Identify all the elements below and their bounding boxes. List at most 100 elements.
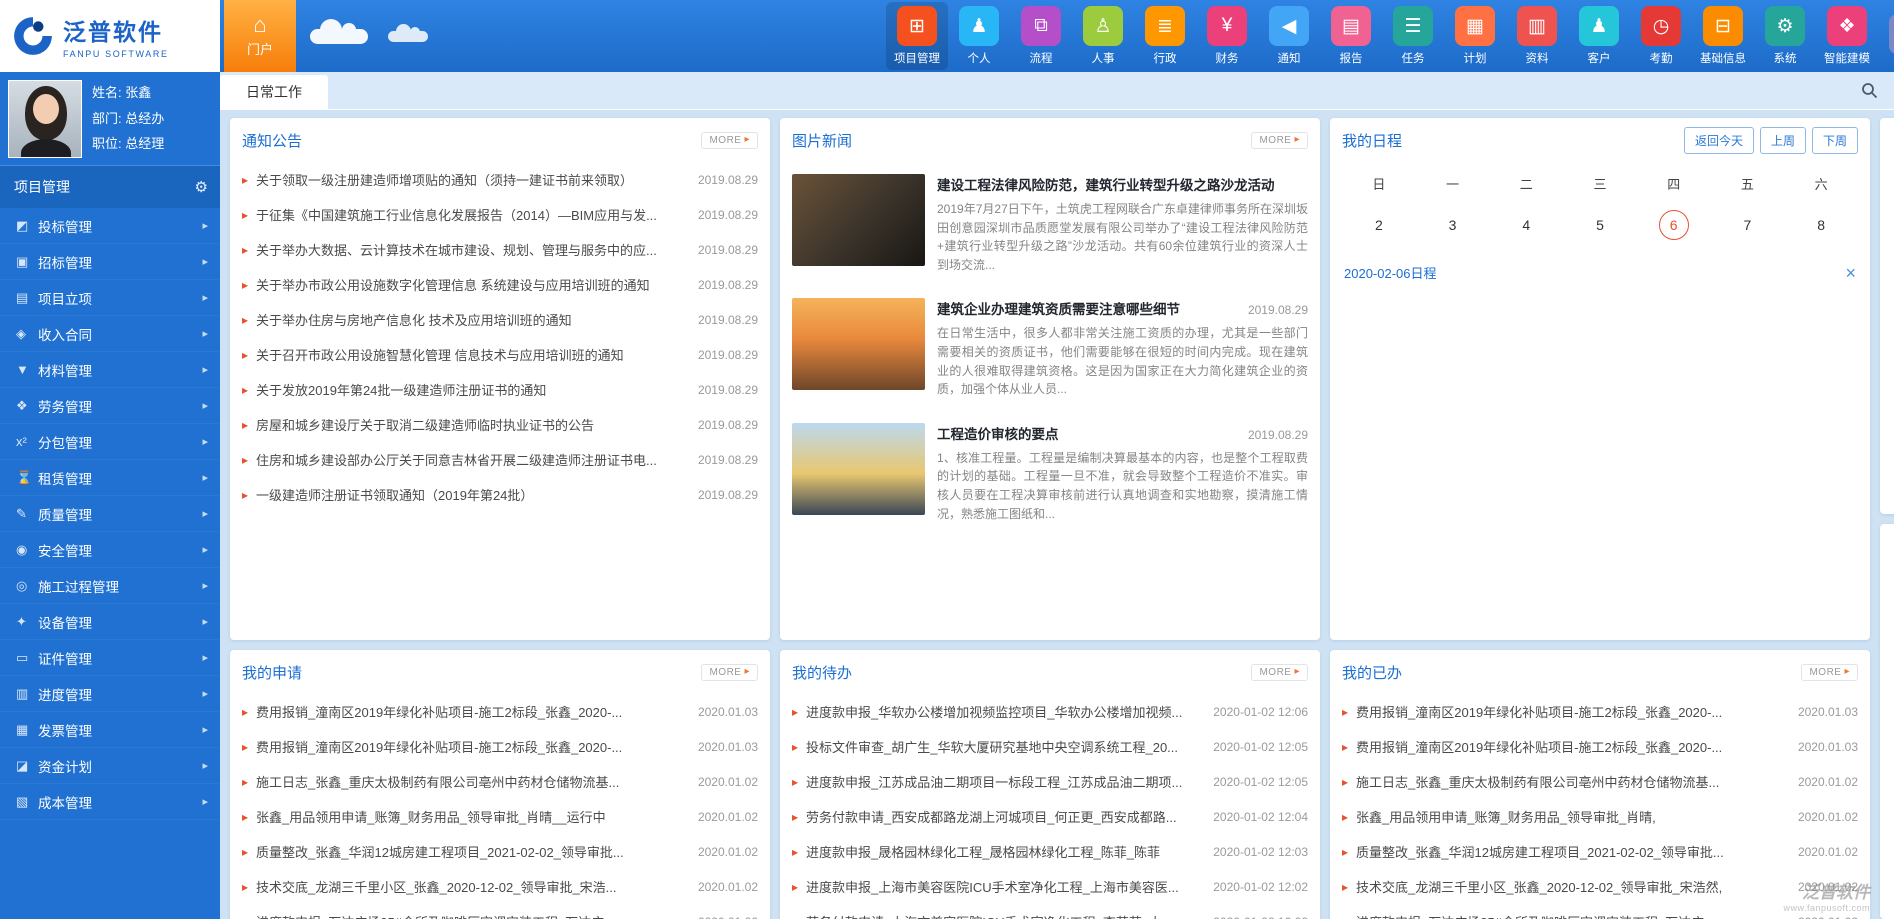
notice-row[interactable]: ▸ 关于举办住房与房地产信息化 技术及应用培训班的通知 2019.08.29: [242, 302, 758, 337]
back-to-today-button[interactable]: 返回今天: [1684, 127, 1754, 154]
more-button[interactable]: MORE ▸: [701, 664, 758, 681]
sidebar-menu-item[interactable]: x² 分包管理 ▸: [0, 424, 220, 460]
sidebar-menu-item[interactable]: ▭ 证件管理 ▸: [0, 640, 220, 676]
module-item[interactable]: ⊟ 基础信息: [1692, 2, 1754, 70]
module-item[interactable]: ♙ 人事: [1072, 2, 1134, 70]
module-item[interactable]: ▤ 报告: [1320, 2, 1382, 70]
bullet-icon: ▸: [242, 453, 248, 467]
sidebar-menu-item[interactable]: ▧ 成本管理 ▸: [0, 784, 220, 820]
news-item[interactable]: 工程造价审核的要点 2019.08.29 1、核准工程量。工程量是编制决算最基本…: [792, 411, 1308, 535]
module-item[interactable]: ☰ 任务: [1382, 2, 1444, 70]
module-item[interactable]: ♟ 客户: [1568, 2, 1630, 70]
module-item[interactable]: ◀ 通知: [1258, 2, 1320, 70]
calendar-day[interactable]: 4: [1489, 201, 1563, 249]
notice-row[interactable]: ▸ 房屋和城乡建设厅关于取消二级建造师临时执业证书的公告 2019.08.29: [242, 407, 758, 442]
more-arrow-icon: ▸: [1844, 667, 1850, 677]
close-icon[interactable]: ×: [1845, 264, 1856, 282]
module-item[interactable]: ⚙ 系统: [1754, 2, 1816, 70]
module-item[interactable]: ≣ 行政: [1134, 2, 1196, 70]
module-item[interactable]: ❖ 智能建模: [1816, 2, 1878, 70]
calendar-day[interactable]: 3: [1416, 201, 1490, 249]
search-icon[interactable]: [1861, 82, 1878, 99]
module-item[interactable]: ≡: [1878, 10, 1894, 62]
module-item[interactable]: ¥ 财务: [1196, 2, 1258, 70]
todo-row[interactable]: ▸ 劳务付款申请_西安成都路龙湖上河城项目_何正更_西安成都路... 2020-…: [792, 799, 1308, 834]
more-button[interactable]: MORE ▸: [1801, 664, 1858, 681]
done-row[interactable]: ▸ 费用报销_潼南区2019年绿化补贴项目-施工2标段_张鑫_2020-... …: [1342, 694, 1858, 729]
sidebar-menu-item[interactable]: ✦ 设备管理 ▸: [0, 604, 220, 640]
module-item[interactable]: ▦ 计划: [1444, 2, 1506, 70]
request-row[interactable]: ▸ 费用报销_潼南区2019年绿化补贴项目-施工2标段_张鑫_2020-... …: [242, 729, 758, 764]
panel-cutoff: [1880, 524, 1894, 919]
calendar-day[interactable]: 6: [1637, 201, 1711, 249]
module-item[interactable]: ▥ 资料: [1506, 2, 1568, 70]
portal-tab[interactable]: ⌂ 门户: [224, 0, 296, 72]
sidebar-menu-item[interactable]: ▣ 招标管理 ▸: [0, 244, 220, 280]
done-row[interactable]: ▸ 费用报销_潼南区2019年绿化补贴项目-施工2标段_张鑫_2020-... …: [1342, 729, 1858, 764]
done-row[interactable]: ▸ 张鑫_用品领用申请_账簿_财务用品_领导审批_肖晴, 2020.01.02: [1342, 799, 1858, 834]
request-row[interactable]: ▸ 张鑫_用品领用申请_账簿_财务用品_领导审批_肖晴__运行中 2020.01…: [242, 799, 758, 834]
notice-row[interactable]: ▸ 关于举办市政公用设施数字化管理信息 系统建设与应用培训班的通知 2019.0…: [242, 267, 758, 302]
todo-row[interactable]: ▸ 进度款申报_华软办公楼增加视频监控项目_华软办公楼增加视频... 2020-…: [792, 694, 1308, 729]
calendar-day[interactable]: 5: [1563, 201, 1637, 249]
sidebar-menu-item[interactable]: ◎ 施工过程管理 ▸: [0, 568, 220, 604]
done-row[interactable]: ▸ 质量整改_张鑫_华润12城房建工程项目_2021-02-02_领导审批...…: [1342, 834, 1858, 869]
module-item[interactable]: ◷ 考勤: [1630, 2, 1692, 70]
todo-row[interactable]: ▸ 进度款申报_江苏成品油二期项目一标段工程_江苏成品油二期项... 2020-…: [792, 764, 1308, 799]
calendar-day[interactable]: 8: [1784, 201, 1858, 249]
sidebar-menu-item[interactable]: ◉ 安全管理 ▸: [0, 532, 220, 568]
calendar-day[interactable]: 7: [1711, 201, 1785, 249]
request-row[interactable]: ▸ 施工日志_张鑫_重庆太极制药有限公司亳州中药材仓储物流基... 2020.0…: [242, 764, 758, 799]
notice-text: 房屋和城乡建设厅关于取消二级建造师临时执业证书的公告: [256, 415, 686, 434]
notice-row[interactable]: ▸ 关于召开市政公用设施智慧化管理 信息技术与应用培训班的通知 2019.08.…: [242, 337, 758, 372]
sidebar-menu-item[interactable]: ◪ 资金计划 ▸: [0, 748, 220, 784]
more-button[interactable]: MORE ▸: [1251, 132, 1308, 149]
notice-row[interactable]: ▸ 关于领取一级注册建造师增项贴的通知（须持一建证书前来领取） 2019.08.…: [242, 162, 758, 197]
sidebar-menu-item[interactable]: ✎ 质量管理 ▸: [0, 496, 220, 532]
request-row[interactable]: ▸ 进度款申报_万达广场35#会所及咖啡厅空调安装工程_万达广... 2020.…: [242, 904, 758, 919]
done-row[interactable]: ▸ 进度款申报_万达广场35#会所及咖啡厅空调安装工程_万达广... 2020.…: [1342, 904, 1858, 919]
gear-icon[interactable]: ⚙: [195, 178, 208, 196]
next-week-button[interactable]: 下周: [1812, 127, 1858, 154]
done-row[interactable]: ▸ 技术交底_龙湖三千里小区_张鑫_2020-12-02_领导审批_宋浩然, 2…: [1342, 869, 1858, 904]
request-date: 2020.01.03: [698, 705, 758, 719]
sidebar-menu-item[interactable]: ⌛ 租赁管理 ▸: [0, 460, 220, 496]
bullet-icon: ▸: [1342, 880, 1348, 894]
todo-row[interactable]: ▸ 进度款申报_晟格园林绿化工程_晟格园林绿化工程_陈菲_陈菲 2020-01-…: [792, 834, 1308, 869]
sidebar-section-header[interactable]: 项目管理 ⚙: [0, 166, 220, 208]
todo-row[interactable]: ▸ 投标文件审查_胡广生_华软大厦研究基地中央空调系统工程_20... 2020…: [792, 729, 1308, 764]
module-item[interactable]: ⊞ 项目管理: [886, 2, 948, 70]
sidebar-menu-item[interactable]: ❖ 劳务管理 ▸: [0, 388, 220, 424]
brand-logo[interactable]: 泛普软件 FANPU SOFTWARE: [0, 0, 220, 72]
bullet-icon: ▸: [792, 845, 798, 859]
module-item[interactable]: ♟ 个人: [948, 2, 1010, 70]
sidebar-menu-item[interactable]: ▥ 进度管理 ▸: [0, 676, 220, 712]
done-row[interactable]: ▸ 施工日志_张鑫_重庆太极制药有限公司亳州中药材仓储物流基... 2020.0…: [1342, 764, 1858, 799]
sidebar-menu-item[interactable]: ▼ 材料管理 ▸: [0, 352, 220, 388]
request-row[interactable]: ▸ 质量整改_张鑫_华润12城房建工程项目_2021-02-02_领导审批...…: [242, 834, 758, 869]
todo-row[interactable]: ▸ 进度款申报_上海市美容医院ICU手术室净化工程_上海市美容医... 2020…: [792, 869, 1308, 904]
notice-row[interactable]: ▸ 一级建造师注册证书领取通知（2019年第24批） 2019.08.29: [242, 477, 758, 512]
panel-notices: 通知公告 MORE ▸ ▸ 关于领取一级注册建造师增项贴的通知（须持一建证书前来…: [230, 118, 770, 640]
notice-row[interactable]: ▸ 关于发放2019年第24批一级建造师注册证书的通知 2019.08.29: [242, 372, 758, 407]
sidebar-menu-item[interactable]: ◈ 收入合同 ▸: [0, 316, 220, 352]
sidebar-menu-item[interactable]: ▦ 发票管理 ▸: [0, 712, 220, 748]
news-item[interactable]: 建设工程法律风险防范，建筑行业转型升级之路沙龙活动 2019年7月27日下午，土…: [792, 162, 1308, 286]
prev-week-button[interactable]: 上周: [1760, 127, 1806, 154]
notice-row[interactable]: ▸ 关于举办大数据、云计算技术在城市建设、规划、管理与服务中的应... 2019…: [242, 232, 758, 267]
notice-row[interactable]: ▸ 于征集《中国建筑施工行业信息化发展报告（2014）—BIM应用与发... 2…: [242, 197, 758, 232]
notice-row[interactable]: ▸ 住房和城乡建设部办公厅关于同意吉林省开展二级建造师注册证书电... 2019…: [242, 442, 758, 477]
request-row[interactable]: ▸ 费用报销_潼南区2019年绿化补贴项目-施工2标段_张鑫_2020-... …: [242, 694, 758, 729]
todo-row[interactable]: ▸ 劳务付款申请_上海市美容医院ICU手术室净化工程_李若若_上... 2020…: [792, 904, 1308, 919]
more-button[interactable]: MORE ▸: [1251, 664, 1308, 681]
sidebar-menu-item[interactable]: ▤ 项目立项 ▸: [0, 280, 220, 316]
more-button[interactable]: MORE ▸: [701, 132, 758, 149]
sidebar-menu-item[interactable]: ◩ 投标管理 ▸: [0, 208, 220, 244]
request-row[interactable]: ▸ 技术交底_龙湖三千里小区_张鑫_2020-12-02_领导审批_宋浩... …: [242, 869, 758, 904]
module-item[interactable]: ⧉ 流程: [1010, 2, 1072, 70]
news-item[interactable]: 建筑企业办理建筑资质需要注意哪些细节 2019.08.29 在日常生活中，很多人…: [792, 286, 1308, 410]
panel-title: 我的待办: [792, 662, 852, 683]
day-number: 7: [1732, 210, 1762, 240]
calendar-day[interactable]: 2: [1342, 201, 1416, 249]
tab-daily-work[interactable]: 日常工作: [220, 75, 328, 109]
